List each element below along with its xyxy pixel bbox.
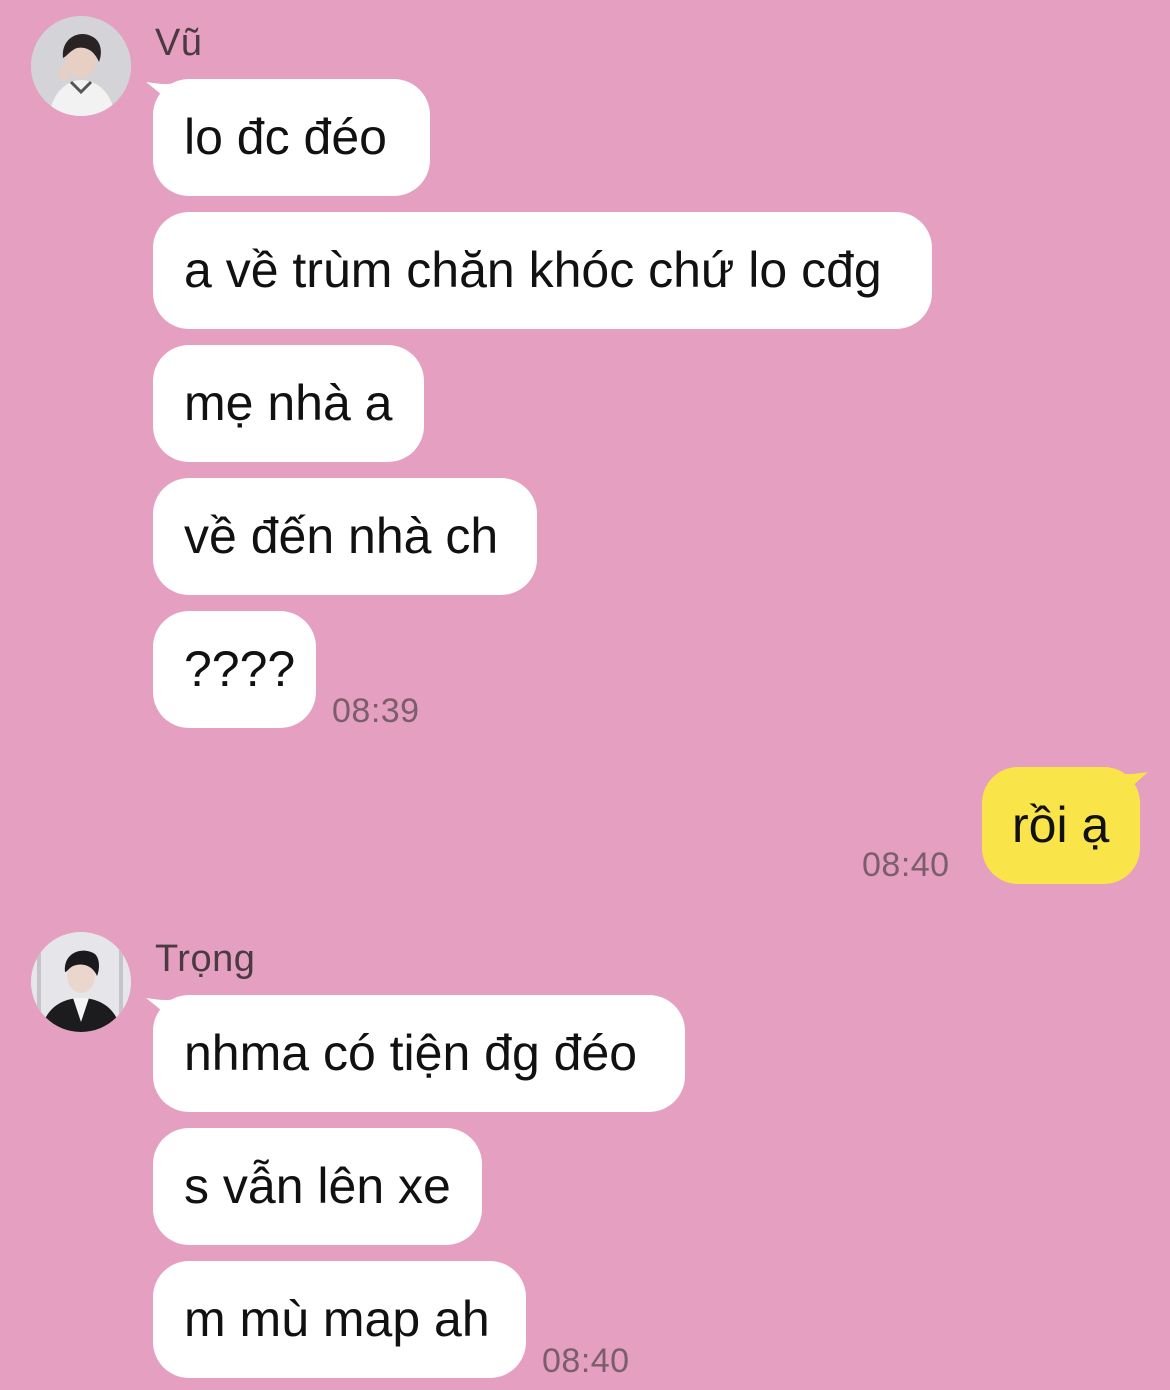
message-bubble[interactable]: lo đc đéo — [153, 79, 430, 196]
avatar-trong[interactable] — [31, 932, 131, 1032]
message-bubble[interactable]: về đến nhà ch — [153, 478, 537, 595]
avatar-photo-icon — [31, 16, 131, 116]
bubble-tail — [1110, 770, 1148, 804]
message-bubble[interactable]: mẹ nhà a — [153, 345, 424, 462]
message-bubble[interactable]: ???? — [153, 611, 316, 728]
message-bubble[interactable]: a về trùm chăn khóc chứ lo cđg — [153, 212, 932, 329]
message-timestamp: 08:39 — [332, 692, 420, 730]
sender-name-vu: Vũ — [155, 22, 203, 64]
message-bubble[interactable]: m mù map ah — [153, 1261, 526, 1378]
message-bubble[interactable]: nhma có tiện đg đéo — [153, 995, 685, 1112]
sender-name-trong: Trọng — [155, 938, 256, 980]
avatar-photo-icon — [31, 932, 131, 1032]
message-bubble[interactable]: s vẫn lên xe — [153, 1128, 482, 1245]
avatar-vu[interactable] — [31, 16, 131, 116]
message-timestamp: 08:40 — [862, 846, 950, 884]
message-timestamp: 08:40 — [542, 1342, 630, 1380]
